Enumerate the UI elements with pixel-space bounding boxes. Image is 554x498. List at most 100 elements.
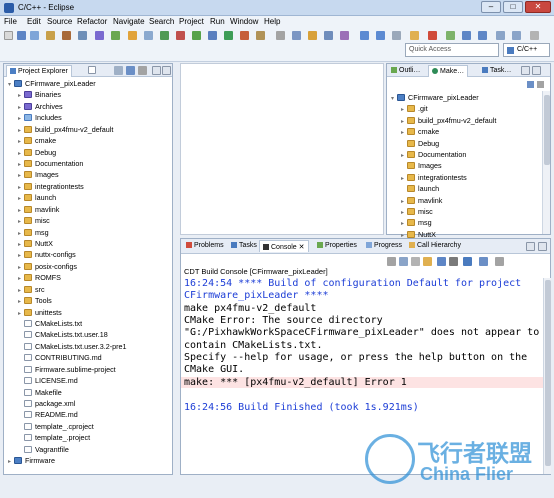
- menu-help[interactable]: Help: [264, 17, 280, 26]
- tree-folder-item[interactable]: ▾ CFirmware_pixLeader: [391, 93, 479, 104]
- tree-folder-item[interactable]: ▸ mavlink: [18, 205, 59, 216]
- tree-file-item[interactable]: CMakeLists.txt.user.3.2-pre1: [18, 342, 126, 353]
- tree-folder-item[interactable]: ▸ Tools: [18, 296, 52, 307]
- scroll-lock-icon[interactable]: [411, 257, 420, 266]
- tree-folder-item[interactable]: ▸ msg: [401, 218, 432, 229]
- next-annotation-icon[interactable]: [292, 31, 301, 40]
- run-icon[interactable]: [192, 31, 201, 40]
- close-button[interactable]: ✕: [525, 1, 551, 13]
- pin-console-icon[interactable]: [423, 257, 432, 266]
- target-toolbar-icon[interactable]: [527, 81, 534, 88]
- menu-file[interactable]: File: [4, 17, 17, 26]
- tree-folder-item[interactable]: ▸ ROMFS: [18, 273, 61, 284]
- console-terminate-icon[interactable]: [387, 257, 396, 266]
- tree-folder-item[interactable]: ▸ misc: [401, 207, 433, 218]
- tree-file-item[interactable]: package.xml: [18, 399, 75, 410]
- tab-outline[interactable]: Outli…: [388, 65, 423, 77]
- tree-folder-item[interactable]: ▸ Binaries: [18, 90, 61, 101]
- tree-folder-item[interactable]: ▸ Documentation: [401, 150, 466, 161]
- minimize-view-icon[interactable]: [526, 242, 535, 251]
- tree-folder-item[interactable]: ▸ nuttx-configs: [18, 250, 76, 261]
- tree-folder-item[interactable]: ▸ misc: [18, 216, 50, 227]
- tab-call-hierarchy[interactable]: Call Hierarchy: [406, 240, 464, 252]
- tree-file-item[interactable]: Firmware.sublime-project: [18, 365, 116, 376]
- menu-source[interactable]: Source: [47, 17, 72, 26]
- tree-file-item[interactable]: CONTRIBUTING.md: [18, 353, 102, 364]
- tree-folder-item[interactable]: ▸ mavlink: [401, 196, 442, 207]
- minimize-view-icon[interactable]: [152, 66, 161, 75]
- build-icon[interactable]: [46, 31, 55, 40]
- tree-folder-item[interactable]: launch: [401, 184, 439, 195]
- tree-folder-item[interactable]: ▸ launch: [18, 193, 56, 204]
- tree-file-item[interactable]: template_.project: [18, 433, 90, 444]
- edit-icon[interactable]: [308, 31, 317, 40]
- display-console-icon[interactable]: [463, 257, 472, 266]
- tab-tasks-bottom[interactable]: Tasks: [228, 240, 260, 252]
- link-with-editor-icon[interactable]: [126, 66, 135, 75]
- open-element-icon[interactable]: [160, 31, 169, 40]
- menu-window[interactable]: Window: [230, 17, 258, 26]
- collapse-all-icon[interactable]: [114, 66, 123, 75]
- filter-icon[interactable]: [446, 31, 455, 40]
- profile-icon[interactable]: [240, 31, 249, 40]
- menu-edit[interactable]: Edit: [27, 17, 41, 26]
- menu-refactor[interactable]: Refactor: [77, 17, 107, 26]
- open-console-icon[interactable]: [479, 257, 488, 266]
- build-config-icon[interactable]: [78, 31, 87, 40]
- tree-folder-item[interactable]: ▸ .git: [401, 104, 428, 115]
- tab-console[interactable]: Console ✕: [259, 240, 309, 252]
- view-menu-icon[interactable]: [138, 66, 147, 75]
- make-targets-scrollbar[interactable]: [542, 91, 550, 234]
- tab-properties[interactable]: Properties: [314, 240, 360, 252]
- save-icon[interactable]: [17, 31, 26, 40]
- tree-folder-item[interactable]: Debug: [401, 139, 439, 150]
- tree-folder-item[interactable]: ▸ integrationtests: [401, 173, 467, 184]
- console-menu-icon[interactable]: [495, 257, 504, 266]
- tree-folder-item[interactable]: ▸ Documentation: [18, 159, 83, 170]
- run-last-icon[interactable]: [224, 31, 233, 40]
- tree-file-item[interactable]: Vagrantfile: [18, 445, 69, 456]
- tree-folder-item[interactable]: Images: [401, 161, 442, 172]
- close-tab-icon[interactable]: [88, 66, 96, 74]
- new-class-icon[interactable]: [95, 31, 104, 40]
- scroll-thumb[interactable]: [544, 95, 550, 165]
- menu-run[interactable]: Run: [210, 17, 225, 26]
- external-tools-icon[interactable]: [176, 31, 185, 40]
- tree-folder-item[interactable]: ▸ cmake: [18, 136, 56, 147]
- tree-folder-item[interactable]: ▸ Debug: [18, 148, 56, 159]
- tab-problems[interactable]: Problems: [183, 240, 227, 252]
- menu-navigate[interactable]: Navigate: [113, 17, 145, 26]
- copy-icon[interactable]: [437, 257, 446, 266]
- quick-access-input[interactable]: Quick Access: [405, 43, 499, 57]
- link-icon[interactable]: [340, 31, 349, 40]
- new-icon[interactable]: [4, 31, 13, 40]
- tree-folder-item[interactable]: ▸ build_px4fmu-v2_default: [401, 116, 496, 127]
- tree-file-item[interactable]: Makefile: [18, 388, 62, 399]
- search-icon[interactable]: [144, 31, 153, 40]
- tree-folder-item[interactable]: ▸ cmake: [401, 127, 439, 138]
- menu-project[interactable]: Project: [179, 17, 204, 26]
- tree-folder-item[interactable]: ▸ Includes: [18, 113, 62, 124]
- minimize-view-icon[interactable]: [521, 66, 530, 75]
- toolbar-overflow-icon[interactable]: [530, 31, 539, 40]
- tab-progress[interactable]: Progress: [363, 240, 405, 252]
- tree-folder-item[interactable]: ▸ unittests: [18, 308, 62, 319]
- hammer-icon[interactable]: [62, 31, 71, 40]
- history-icon[interactable]: [392, 31, 401, 40]
- new-folder-icon[interactable]: [128, 31, 137, 40]
- maximize-view-icon[interactable]: [532, 66, 541, 75]
- clear-console-icon[interactable]: [399, 257, 408, 266]
- nav-forward-icon[interactable]: [512, 31, 521, 40]
- tree-folder-item[interactable]: ▸ Images: [18, 170, 59, 181]
- tree-file-item[interactable]: CMakeLists.txt.user.18: [18, 330, 108, 341]
- tree-folder-item[interactable]: ▸ src: [18, 285, 45, 296]
- tree-file-item[interactable]: README.md: [18, 410, 78, 421]
- coverage-icon[interactable]: [256, 31, 265, 40]
- tree-folder-item[interactable]: ▸ msg: [18, 228, 49, 239]
- forward-icon[interactable]: [376, 31, 385, 40]
- maximize-button[interactable]: □: [503, 1, 523, 13]
- tree-file-item[interactable]: LICENSE.md: [18, 376, 78, 387]
- open-type-icon[interactable]: [410, 31, 419, 40]
- tree-folder-item[interactable]: ▸ Archives: [18, 102, 63, 113]
- tree-folder-item[interactable]: ▸ NuttX: [18, 239, 53, 250]
